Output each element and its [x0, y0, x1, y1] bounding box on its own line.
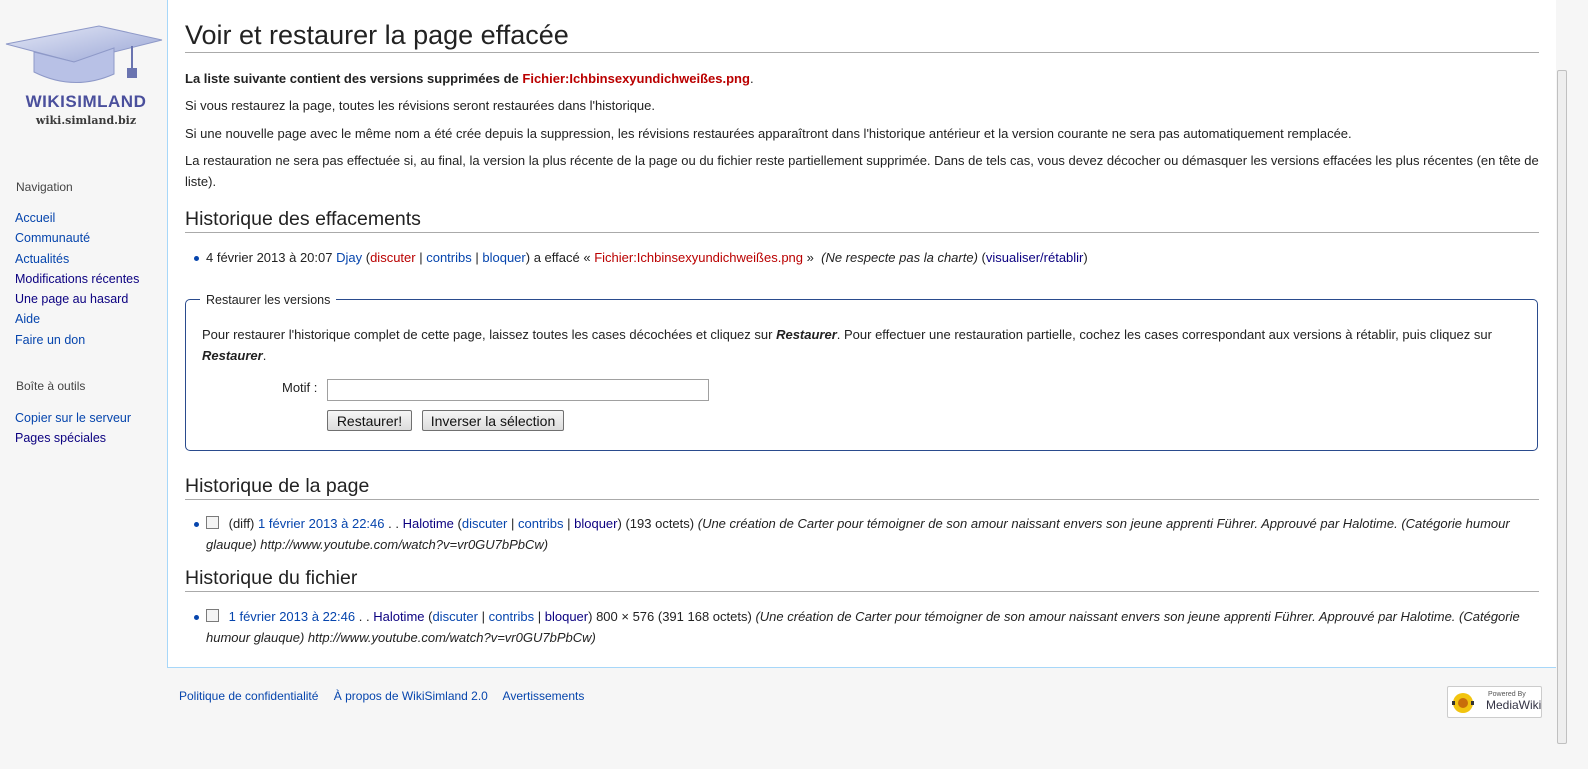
deletion-log-list: 4 février 2013 à 20:07 Djay (discuter | …: [185, 247, 1539, 268]
footer-about-link[interactable]: À propos de WikiSimland 2.0: [334, 689, 488, 703]
page-revision-user-link[interactable]: Halotime: [403, 516, 454, 531]
deleter-talk-link[interactable]: discuter: [370, 250, 416, 265]
graduation-cap-icon: [5, 25, 163, 83]
page-revision-size: (193 octets): [625, 516, 695, 531]
page-revision-contribs-link[interactable]: contribs: [518, 516, 564, 531]
nav-page-au-hasard[interactable]: Une page au hasard: [15, 292, 128, 306]
site-logo[interactable]: WIKISIMLAND wiki.simland.biz: [4, 24, 164, 134]
page-revision-block-link[interactable]: bloquer: [574, 516, 617, 531]
deleter-block-link[interactable]: bloquer: [482, 250, 525, 265]
deletion-action-text: a effacé «: [533, 250, 591, 265]
new-page-info-paragraph: Si une nouvelle page avec le même nom a …: [185, 126, 1352, 141]
file-revision-block-link[interactable]: bloquer: [545, 609, 588, 624]
restore-button[interactable]: Restaurer!: [327, 410, 412, 431]
file-revision-checkbox[interactable]: [206, 609, 219, 622]
partial-delete-paragraph: La restauration ne sera pas effectuée si…: [185, 153, 1539, 189]
deletion-date: 4 février 2013 à 20:07: [206, 250, 333, 265]
navigation-heading: Navigation: [16, 180, 73, 194]
footer-disclaimers-link[interactable]: Avertissements: [503, 689, 585, 703]
logo-url: wiki.simland.biz: [35, 114, 137, 127]
page-revision-row: (diff) 1 février 2013 à 22:46 . . Haloti…: [194, 513, 1539, 555]
tools-list: Copier sur le serveur Pages spéciales: [15, 408, 131, 449]
nav-aide[interactable]: Aide: [15, 312, 40, 326]
motif-input[interactable]: [327, 379, 709, 401]
intro-paragraph: La liste suivante contient des versions …: [185, 71, 754, 86]
file-history-heading: Historique du fichier: [185, 565, 1539, 592]
page-history-heading: Historique de la page: [185, 473, 1539, 500]
deletion-log-heading: Historique des effacements: [185, 206, 1539, 233]
deleter-user-link[interactable]: Djay: [336, 250, 362, 265]
page-revision-comment: (Une création de Carter pour témoigner d…: [206, 516, 1510, 552]
nav-communaute[interactable]: Communauté: [15, 231, 90, 245]
invert-selection-button[interactable]: Inverser la sélection: [422, 410, 564, 431]
nav-accueil[interactable]: Accueil: [15, 211, 55, 225]
page-revision-talk-link[interactable]: discuter: [462, 516, 508, 531]
file-revision-user-link[interactable]: Halotime: [373, 609, 424, 624]
diff-text: (diff): [228, 516, 255, 531]
scrollbar-thumb[interactable]: [1557, 70, 1567, 744]
page-revision-date-link[interactable]: 1 février 2013 à 22:46: [258, 516, 384, 531]
navigation-list: Accueil Communauté Actualités Modificati…: [15, 208, 139, 350]
mediawiki-flower-icon: [1452, 693, 1474, 713]
view-restore-link[interactable]: visualiser/rétablir: [986, 250, 1084, 265]
file-revision-row: 1 février 2013 à 22:46 . . Halotime (dis…: [194, 606, 1539, 648]
logo-name: WIKISIMLAND: [25, 92, 147, 111]
deletion-log-entry: 4 février 2013 à 20:07 Djay (discuter | …: [194, 247, 1539, 268]
sidebar: WIKISIMLAND wiki.simland.biz Navigation …: [0, 0, 168, 769]
footer-links: Politique de confidentialité À propos de…: [179, 689, 596, 703]
page-history-list: (diff) 1 février 2013 à 22:46 . . Haloti…: [185, 513, 1539, 555]
file-revision-talk-link[interactable]: discuter: [432, 609, 478, 624]
file-history-list: 1 février 2013 à 22:46 . . Halotime (dis…: [185, 606, 1539, 648]
restore-info-paragraph: Si vous restaurez la page, toutes les ré…: [185, 98, 656, 113]
file-revision-size: 800 × 576 (391 168 octets): [596, 609, 752, 624]
file-revision-date-link[interactable]: 1 février 2013 à 22:46: [229, 609, 355, 624]
page-title: Voir et restaurer la page effacée: [185, 18, 1539, 53]
nav-faire-un-don[interactable]: Faire un don: [15, 333, 85, 347]
restore-instructions: Pour restaurer l'historique complet de c…: [202, 327, 1492, 363]
motif-label: Motif :: [282, 380, 318, 395]
powered-by-mediawiki-badge[interactable]: Powered By MediaWiki: [1447, 686, 1542, 718]
badge-powered-by: Powered By: [1488, 691, 1526, 698]
file-revision-contribs-link[interactable]: contribs: [489, 609, 535, 624]
restore-word-1: Restaurer: [776, 327, 837, 342]
restore-word-2: Restaurer: [202, 348, 263, 363]
footer-privacy-link[interactable]: Politique de confidentialité: [179, 689, 318, 703]
deletion-reason: (Ne respecte pas la charte): [821, 250, 978, 265]
tool-pages-speciales[interactable]: Pages spéciales: [15, 431, 106, 445]
deleted-file-link[interactable]: Fichier:Ichbinsexyundichweißes.png: [522, 71, 750, 86]
badge-mediawiki: MediaWiki: [1486, 698, 1542, 712]
restore-legend: Restaurer les versions: [200, 290, 337, 310]
restore-versions-fieldset: Restaurer les versions Pour restaurer l'…: [185, 290, 1538, 451]
deleter-contribs-link[interactable]: contribs: [426, 250, 472, 265]
tools-heading: Boîte à outils: [16, 379, 86, 393]
tool-copier-sur-le-serveur[interactable]: Copier sur le serveur: [15, 411, 131, 425]
intro-bold-text: La liste suivante contient des versions …: [185, 71, 523, 86]
nav-modifications-recentes[interactable]: Modifications récentes: [15, 272, 139, 286]
page-revision-checkbox[interactable]: [206, 516, 219, 529]
deleted-file-log-link[interactable]: Fichier:Ichbinsexyundichweißes.png: [594, 250, 803, 265]
content-area: Voir et restaurer la page effacée La lis…: [167, 0, 1556, 668]
close-quote: »: [806, 250, 814, 265]
nav-actualites[interactable]: Actualités: [15, 252, 69, 266]
